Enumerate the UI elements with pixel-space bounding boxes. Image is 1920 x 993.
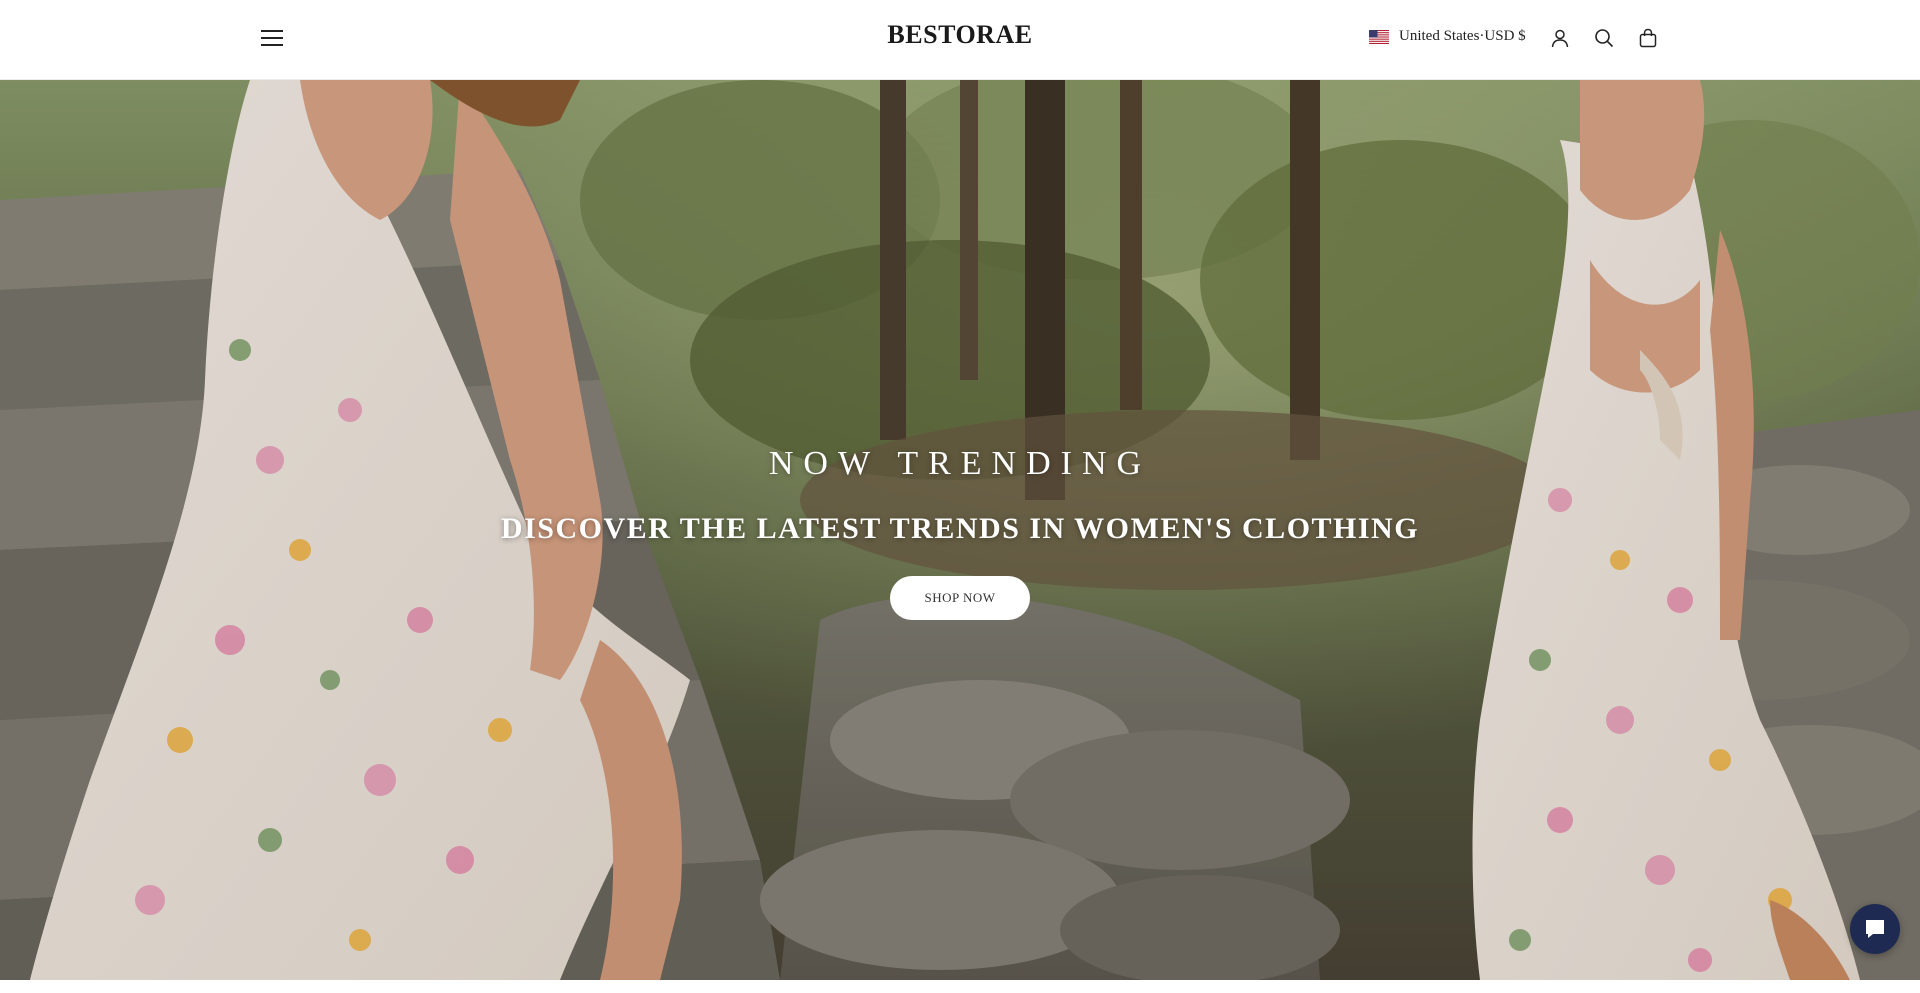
cart-bag-icon bbox=[1639, 28, 1657, 48]
search-button[interactable] bbox=[1592, 26, 1616, 50]
account-button[interactable] bbox=[1548, 26, 1572, 50]
hero-eyebrow: NOW TRENDING bbox=[768, 445, 1152, 482]
hero-heading: DISCOVER THE LATEST TRENDS IN WOMEN'S CL… bbox=[500, 512, 1420, 545]
chat-icon bbox=[1866, 920, 1884, 938]
menu-button[interactable] bbox=[258, 24, 286, 52]
site-header: BESTORAE United States·USD $ bbox=[0, 0, 1920, 80]
locale-selector[interactable]: United States·USD $ bbox=[1369, 28, 1526, 45]
us-flag-icon bbox=[1369, 29, 1389, 44]
cart-button[interactable] bbox=[1636, 26, 1660, 50]
shop-now-button[interactable]: SHOP NOW bbox=[890, 576, 1030, 620]
logo: BESTORAE bbox=[0, 20, 1920, 50]
logo-link[interactable]: BESTORAE bbox=[887, 20, 1032, 49]
search-icon bbox=[1595, 29, 1614, 48]
locale-label: United States·USD $ bbox=[1399, 28, 1526, 44]
hero-banner: NOW TRENDING DISCOVER THE LATEST TRENDS … bbox=[0, 80, 1920, 980]
chat-button[interactable] bbox=[1850, 904, 1900, 954]
menu-icon bbox=[261, 30, 283, 46]
account-icon bbox=[1551, 29, 1569, 48]
